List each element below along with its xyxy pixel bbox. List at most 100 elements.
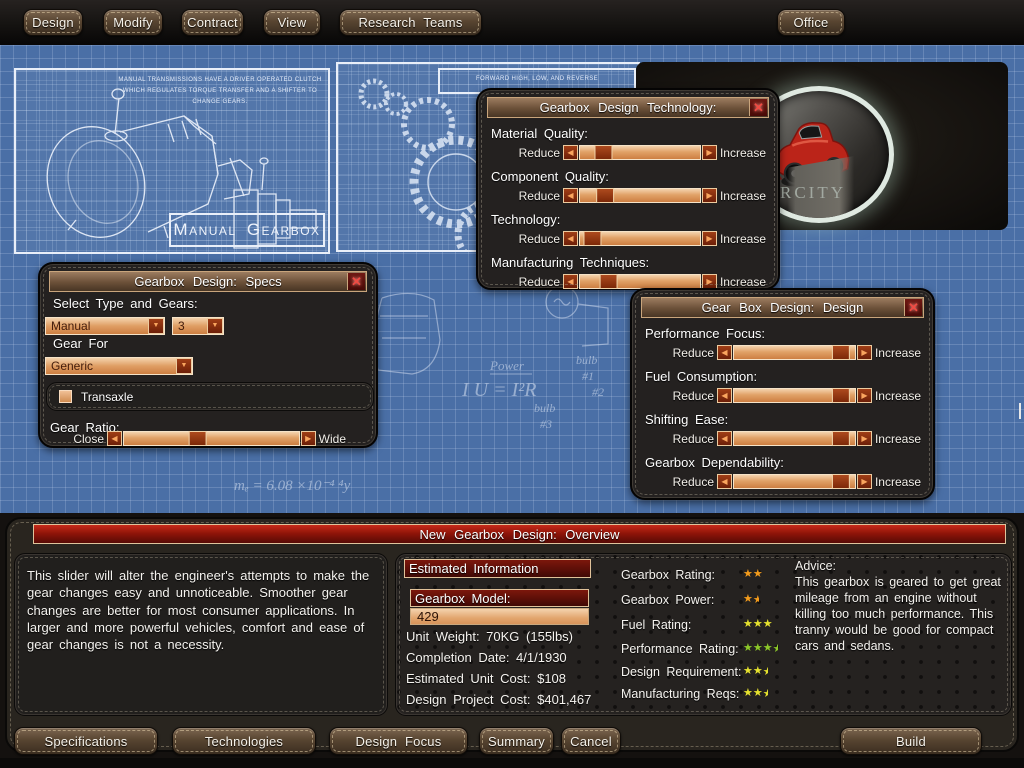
- svg-text:#1: #1: [582, 369, 594, 383]
- gearbox-type-value: Manual: [46, 319, 148, 333]
- rating-row: Performance Rating:★★★★: [621, 640, 739, 658]
- increase-label: Increase: [720, 275, 766, 289]
- slider-track[interactable]: [123, 431, 300, 446]
- slider-group: Technology: Reduce ◀ ▶ Increase: [478, 212, 778, 247]
- slider-left-arrow-button[interactable]: ◀: [563, 145, 578, 160]
- slider-track[interactable]: [733, 345, 856, 360]
- slider-left-arrow-button[interactable]: ◀: [717, 345, 732, 360]
- slider-right-arrow-button[interactable]: ▶: [702, 274, 717, 289]
- rating-label: Design Requirement:: [621, 665, 741, 679]
- reduce-label: Reduce: [504, 146, 560, 160]
- build-button[interactable]: Build: [840, 727, 982, 755]
- slider-left-arrow-button[interactable]: ◀: [717, 388, 732, 403]
- slider-label: Material Quality:: [491, 126, 778, 141]
- slider-left-arrow-button[interactable]: ◀: [563, 274, 578, 289]
- gearbox-type-dropdown[interactable]: Manual ▼: [45, 317, 165, 335]
- summary-button[interactable]: Summary: [479, 727, 554, 755]
- slider-group: Shifting Ease: Reduce ◀ ▶ Increase: [632, 412, 933, 447]
- close-icon[interactable]: ✕: [749, 99, 767, 116]
- gear-for-label: Gear For: [53, 336, 108, 351]
- slider-track[interactable]: [579, 145, 701, 160]
- chevron-down-icon[interactable]: ▼: [207, 318, 223, 334]
- slider-track[interactable]: [733, 431, 856, 446]
- menu-button-research-teams[interactable]: Research Teams: [339, 9, 482, 36]
- transaxle-checkbox[interactable]: [59, 390, 72, 403]
- slider-left-arrow-button[interactable]: ◀: [717, 474, 732, 489]
- svg-text:mₑ = 6.08 ×10⁻⁴ ⁴y: mₑ = 6.08 ×10⁻⁴ ⁴y: [234, 478, 351, 494]
- slider-handle[interactable]: [594, 145, 612, 160]
- reduce-label: Reduce: [504, 275, 560, 289]
- star-rating-icon: ★★: [743, 567, 763, 580]
- technologies-button[interactable]: Technologies: [172, 727, 316, 755]
- slider: Reduce ◀ ▶ Increase: [504, 144, 766, 161]
- reduce-label: Reduce: [658, 346, 714, 360]
- slider-handle[interactable]: [832, 474, 850, 489]
- rating-label: Performance Rating:: [621, 642, 739, 656]
- slider-right-arrow-button[interactable]: ▶: [857, 474, 872, 489]
- specifications-button[interactable]: Specifications: [14, 727, 158, 755]
- increase-label: Increase: [875, 475, 921, 489]
- slider-track[interactable]: [579, 188, 701, 203]
- increase-label: Increase: [720, 189, 766, 203]
- slider-right-arrow-button[interactable]: ▶: [857, 431, 872, 446]
- dialog-gear-box-design-design: Gear Box Design: Design ✕ Performance Fo…: [630, 288, 935, 500]
- dialog-title: Gearbox Design Technology:: [540, 100, 717, 115]
- slider-handle[interactable]: [832, 345, 850, 360]
- svg-text:bulb: bulb: [534, 401, 555, 415]
- chevron-down-icon[interactable]: ▼: [176, 358, 192, 374]
- slider-left-arrow-button[interactable]: ◀: [563, 188, 578, 203]
- increase-label: Increase: [720, 232, 766, 246]
- close-icon[interactable]: ✕: [347, 273, 365, 290]
- slider-right-arrow-button[interactable]: ▶: [702, 231, 717, 246]
- cancel-button[interactable]: Cancel: [561, 727, 621, 755]
- svg-text:I U = I²R: I U = I²R: [461, 379, 536, 401]
- description-box: This slider will alter the engineer's at…: [14, 553, 388, 716]
- menu-button-modify[interactable]: Modify: [103, 9, 163, 36]
- rating-label: Fuel Rating:: [621, 618, 691, 632]
- slider-right-arrow-button[interactable]: ▶: [301, 431, 316, 446]
- dialog-title: Gearbox Design: Specs: [134, 274, 281, 289]
- slider-track[interactable]: [733, 474, 856, 489]
- info-line: Unit Weight: 70KG (155lbs): [406, 626, 591, 647]
- design-focus-button[interactable]: Design Focus: [329, 727, 468, 755]
- slider: Reduce ◀ ▶ Increase: [658, 387, 921, 404]
- slider-handle[interactable]: [832, 388, 850, 403]
- gearbox-model-input[interactable]: [410, 608, 589, 625]
- slider-handle[interactable]: [832, 431, 850, 446]
- slider: Reduce ◀ ▶ Increase: [658, 430, 921, 447]
- slider-left-arrow-button[interactable]: ◀: [107, 431, 122, 446]
- slider-handle[interactable]: [596, 188, 614, 203]
- slider-left-arrow-button[interactable]: ◀: [563, 231, 578, 246]
- slider-track[interactable]: [579, 274, 701, 289]
- slider-left-arrow-button[interactable]: ◀: [717, 431, 732, 446]
- dialog-titlebar: Gearbox Design: Specs ✕: [49, 271, 367, 292]
- slider: Reduce ◀ ▶ Increase: [658, 473, 921, 490]
- increase-label: Increase: [875, 432, 921, 446]
- star-rating-icon: ★★★: [743, 664, 768, 677]
- menu-button-view[interactable]: View: [263, 9, 321, 36]
- slider-right-arrow-button[interactable]: ▶: [702, 145, 717, 160]
- office-button[interactable]: Office: [777, 9, 845, 36]
- svg-text:bulb: bulb: [576, 353, 597, 367]
- slider-handle[interactable]: [599, 274, 617, 289]
- reduce-label: Reduce: [504, 189, 560, 203]
- slider-handle[interactable]: [583, 231, 601, 246]
- menu-button-contract[interactable]: Contract: [181, 9, 244, 36]
- slider-track[interactable]: [579, 231, 701, 246]
- dialog-title: Gear Box Design: Design: [702, 300, 864, 315]
- chevron-down-icon[interactable]: ▼: [148, 318, 164, 334]
- menu-button-design[interactable]: Design: [23, 9, 83, 36]
- gear-count-dropdown[interactable]: 3 ▼: [172, 317, 224, 335]
- slider-track[interactable]: [733, 388, 856, 403]
- slider-group: Performance Focus: Reduce ◀ ▶ Increase: [632, 326, 933, 361]
- rating-label: Gearbox Rating:: [621, 568, 715, 582]
- advice-title: Advice:: [795, 558, 1005, 574]
- slider-right-arrow-button[interactable]: ▶: [857, 388, 872, 403]
- reduce-label: Reduce: [504, 232, 560, 246]
- close-icon[interactable]: ✕: [904, 299, 922, 316]
- slider-right-arrow-button[interactable]: ▶: [702, 188, 717, 203]
- gear-for-dropdown[interactable]: Generic ▼: [45, 357, 193, 375]
- technology-sliders: Material Quality: Reduce ◀ ▶ Increase Co…: [478, 126, 778, 290]
- slider-right-arrow-button[interactable]: ▶: [857, 345, 872, 360]
- slider-handle[interactable]: [188, 431, 206, 446]
